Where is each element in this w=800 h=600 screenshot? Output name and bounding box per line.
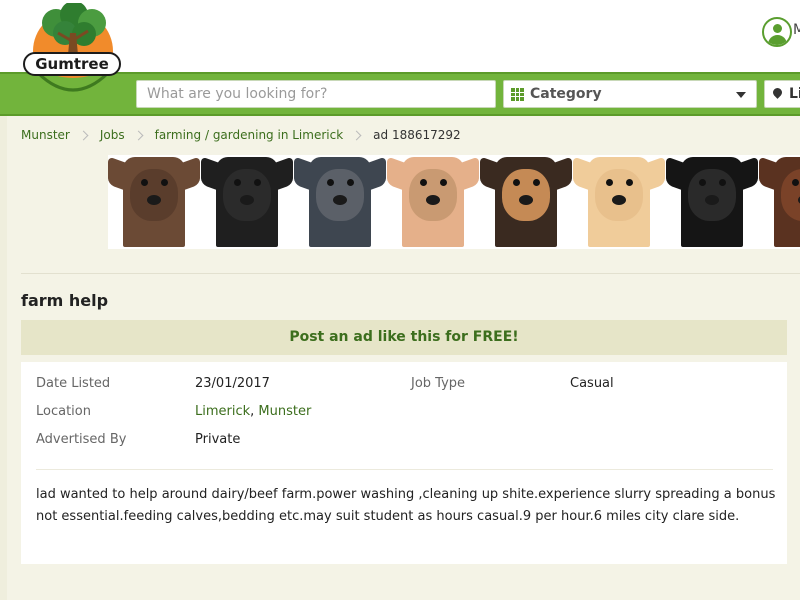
ad-title: farm help (21, 291, 109, 310)
tshirt-black-dog-image (201, 156, 293, 247)
user-account-icon[interactable] (762, 17, 792, 47)
user-account-label[interactable]: M (793, 22, 800, 38)
gumtree-logo[interactable]: Gumtree (20, 1, 126, 107)
tshirt-pug-image (387, 156, 479, 247)
location-field-label: Location (36, 404, 91, 419)
tshirt-monkey-image (480, 156, 572, 247)
gumtree-wordmark: Gumtree (23, 52, 121, 76)
tshirt-bat-image (666, 156, 758, 247)
animal-tshirt-ad-banner[interactable] (108, 155, 800, 249)
category-label: Category (530, 86, 602, 102)
map-pin-icon (771, 86, 784, 99)
ad-details-panel: Date Listed 23/01/2017 Job Type Casual L… (21, 362, 787, 564)
chevron-right-icon (78, 130, 89, 140)
job-type-value: Casual (570, 376, 614, 391)
divider (36, 469, 773, 470)
location-region-link[interactable]: Munster (258, 404, 311, 419)
grid-icon (511, 88, 524, 101)
tshirt-hippo-image (108, 156, 200, 247)
tshirt-labrador-image (573, 156, 665, 247)
divider (21, 273, 800, 274)
ad-description: lad wanted to help around dairy/beef far… (36, 487, 776, 524)
location-select[interactable]: Li (764, 80, 800, 108)
breadcrumb-ad-id: ad 188617292 (373, 128, 461, 142)
breadcrumb-farming-gardening[interactable]: farming / gardening in Limerick (155, 128, 344, 142)
advertised-by-value: Private (195, 432, 241, 447)
breadcrumb: Munster Jobs farming / gardening in Lime… (21, 128, 461, 142)
chevron-right-icon (133, 130, 144, 140)
tshirt-orangutan-image (759, 156, 800, 247)
location-label: Li (789, 86, 800, 102)
location-city-link[interactable]: Limerick (195, 404, 250, 419)
breadcrumb-jobs[interactable]: Jobs (100, 128, 125, 142)
post-ad-cta-button[interactable]: Post an ad like this for FREE! (21, 320, 787, 355)
chevron-right-icon (351, 130, 362, 140)
tshirt-rhino-image (294, 156, 386, 247)
job-type-label: Job Type (411, 376, 466, 391)
breadcrumb-munster[interactable]: Munster (21, 128, 70, 142)
chevron-down-icon (736, 92, 746, 98)
search-input[interactable]: What are you looking for? (136, 80, 496, 108)
location-field-value: Limerick, Munster (195, 404, 311, 419)
advertised-by-label: Advertised By (36, 432, 127, 447)
date-listed-value: 23/01/2017 (195, 376, 270, 391)
category-select[interactable]: Category (503, 80, 757, 108)
date-listed-label: Date Listed (36, 376, 111, 391)
page-edge (0, 116, 7, 600)
